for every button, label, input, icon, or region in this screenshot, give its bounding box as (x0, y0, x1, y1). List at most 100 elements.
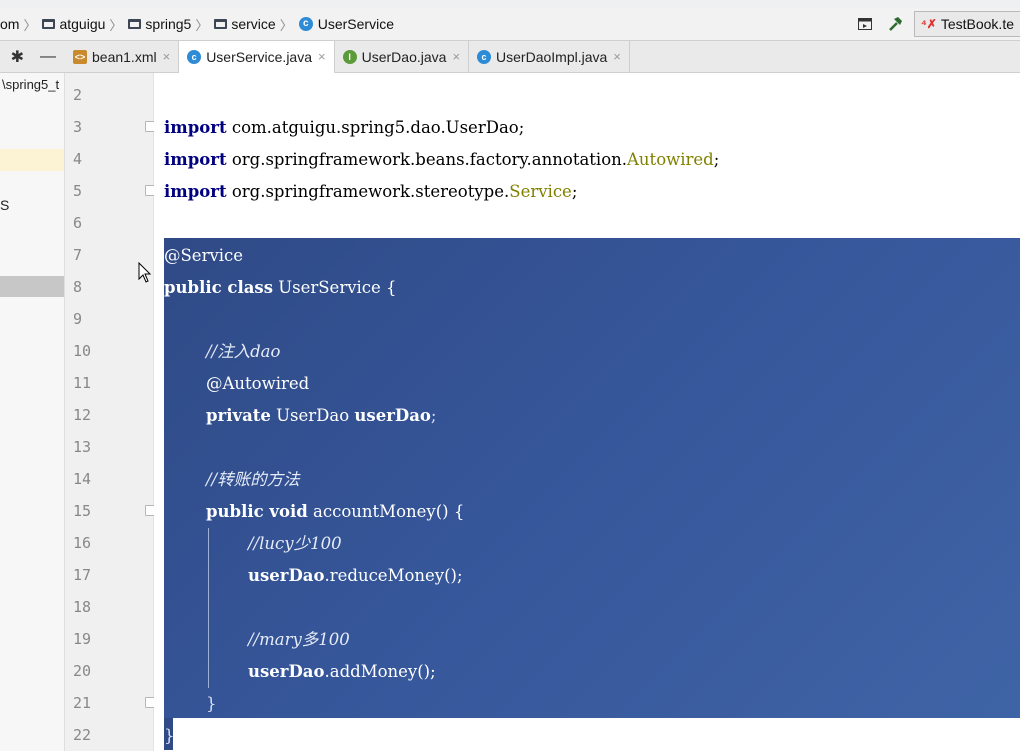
line-number: 12 (73, 406, 92, 424)
project-path: \spring5_t (2, 77, 60, 92)
code-line-20[interactable]: userDao.addMoney(); (248, 656, 436, 688)
tab-userdaoimpl-java[interactable]: c UserDaoImpl.java × (469, 41, 630, 72)
brace: } (206, 694, 217, 713)
code-line-12[interactable]: private UserDao userDao; (206, 400, 436, 432)
line-number: 2 (73, 86, 83, 104)
breadcrumb-label: spring5 (145, 16, 192, 32)
field-name: userDao (248, 662, 325, 681)
line-number: 13 (73, 438, 92, 456)
tabs: <> bean1.xml × c UserService.java × I Us… (65, 41, 630, 74)
code-line-10[interactable]: //注入dao (206, 336, 280, 368)
breadcrumb-label: service (231, 16, 276, 32)
line-number: 20 (73, 662, 92, 680)
line-number: 18 (73, 598, 92, 616)
project-row-selected[interactable] (0, 276, 64, 297)
breadcrumb-separator-icon: 〉 (109, 17, 123, 33)
line-number: 14 (73, 470, 92, 488)
code-line-11[interactable]: @Autowired (206, 368, 309, 400)
close-icon[interactable]: × (163, 49, 171, 64)
line-number: 3 (73, 118, 83, 136)
line-number: 22 (73, 726, 92, 744)
breadcrumb-item-service[interactable]: service (212, 16, 276, 32)
code-line-22[interactable]: } (164, 720, 175, 752)
breadcrumb-separator-icon: 〉 (195, 17, 209, 33)
tab-bean1-xml[interactable]: <> bean1.xml × (65, 41, 180, 72)
toolbar-right: ⁴✗ TestBook.te (854, 11, 1020, 37)
keyword: import (164, 118, 227, 137)
tab-label: UserService.java (206, 48, 313, 65)
project-panel[interactable]: \spring5_t S (0, 73, 65, 751)
code-line-14[interactable]: //转账的方法 (206, 464, 300, 496)
brace: } (164, 726, 175, 745)
minimize-icon[interactable]: — (40, 48, 56, 66)
code-line-19[interactable]: //mary多100 (248, 624, 350, 656)
editor-gutter[interactable]: 2 3 4 5 6 7 8 9 10 11 12 13 14 15 16 17 … (65, 73, 156, 751)
breadcrumb-label: UserService (317, 16, 394, 32)
annotation-class: Autowired (627, 150, 714, 169)
code-line-17[interactable]: userDao.reduceMoney(); (248, 560, 463, 592)
code-text: UserDao (270, 406, 355, 425)
navigation-bar: om 〉 atguigu 〉 spring5 〉 service 〉 c User… (0, 8, 1020, 41)
keyword: public class (164, 278, 273, 297)
field-name: userDao (354, 406, 431, 425)
annotation: @Service (164, 246, 244, 265)
code-line-21[interactable]: } (206, 688, 217, 720)
code-line-8[interactable]: public class UserService { (164, 272, 397, 304)
indent-guide (208, 528, 209, 688)
tab-label: UserDao.java (361, 48, 447, 65)
line-number: 9 (73, 310, 83, 328)
line-number: 21 (73, 694, 92, 712)
window-icon[interactable] (854, 13, 876, 35)
code-text: org.springframework.stereotype. (226, 182, 510, 201)
code-line-16[interactable]: //lucy少100 (248, 528, 342, 560)
annotation: @Autowired (206, 374, 310, 393)
code-text: ; (571, 182, 578, 201)
hammer-icon[interactable] (884, 13, 906, 35)
annotation-class: Service (509, 182, 572, 201)
close-icon[interactable]: × (613, 49, 621, 64)
project-row-mark: S (0, 197, 10, 213)
project-row-highlight[interactable] (0, 149, 64, 171)
breadcrumb-item-userservice[interactable]: c UserService (297, 16, 394, 32)
line-number: 15 (73, 502, 92, 520)
tab-userdao-java[interactable]: I UserDao.java × (335, 41, 470, 72)
comment: //转账的方法 (206, 470, 300, 489)
keyword: import (164, 182, 227, 201)
folder-icon (128, 19, 142, 29)
comment: //mary多100 (248, 630, 350, 649)
class-icon: c (187, 49, 202, 64)
breadcrumb-label: om (0, 16, 20, 32)
code-line-3[interactable]: import com.atguigu.spring5.dao.UserDao; (164, 112, 524, 144)
breadcrumb-item-spring5[interactable]: spring5 (126, 16, 191, 32)
breadcrumb-item-atguigu[interactable]: atguigu (40, 16, 105, 32)
close-icon[interactable]: × (452, 49, 460, 64)
line-number: 6 (73, 214, 83, 232)
gear-icon[interactable]: ✱ (11, 47, 24, 67)
project-panel-tools: ✱ — (0, 41, 64, 72)
comment: //注入dao (206, 342, 281, 361)
line-number: 7 (73, 246, 83, 264)
code-text: org.springframework.beans.factory.annota… (226, 150, 628, 169)
breadcrumb-separator-icon: 〉 (23, 17, 37, 33)
breadcrumb-item-package[interactable]: om (0, 16, 19, 32)
interface-icon: I (342, 49, 357, 64)
code-line-5[interactable]: import org.springframework.stereotype.Se… (164, 176, 577, 208)
breadcrumb: om 〉 atguigu 〉 spring5 〉 service 〉 c User… (0, 8, 394, 40)
folder-icon (214, 19, 228, 29)
field-name: userDao (248, 566, 325, 585)
keyword: private (206, 406, 271, 425)
code-text: accountMoney() { (307, 502, 465, 521)
code-line-4[interactable]: import org.springframework.beans.factory… (164, 144, 719, 176)
keyword: public void (206, 502, 308, 521)
tab-userservice-java[interactable]: c UserService.java × (179, 41, 335, 74)
line-number: 17 (73, 566, 92, 584)
code-line-15[interactable]: public void accountMoney() { (206, 496, 464, 528)
code-text: .addMoney(); (324, 662, 436, 681)
code-line-7[interactable]: @Service (164, 240, 243, 272)
line-number: 5 (73, 182, 83, 200)
code-text: com.atguigu.spring5.dao.UserDao; (226, 118, 525, 137)
run-configuration-select[interactable]: ⁴✗ TestBook.te (913, 11, 1020, 37)
project-path-label: spring5_t (5, 77, 60, 92)
line-number: 8 (73, 278, 83, 296)
close-icon[interactable]: × (318, 49, 326, 64)
